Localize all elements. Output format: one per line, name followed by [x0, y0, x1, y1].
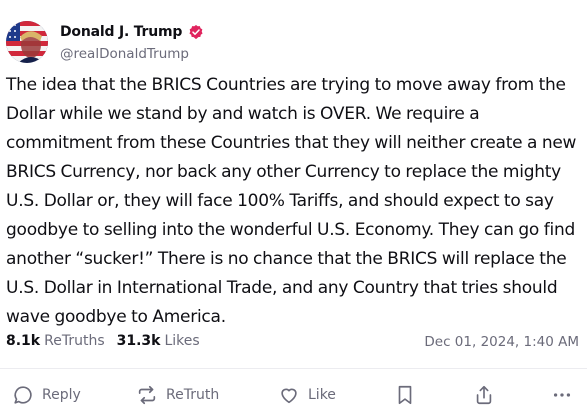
more-options-button[interactable] [551, 384, 573, 406]
action-bar: Reply ReTruth Like [0, 376, 587, 416]
reply-label: Reply [42, 387, 81, 403]
more-icon [553, 393, 571, 397]
reply-button[interactable]: Reply [12, 384, 81, 406]
post-body-text: The idea that the BRICS Countries are tr… [6, 75, 577, 327]
retruth-icon [138, 385, 156, 405]
post-timestamp[interactable]: Dec 01, 2024, 1:40 AM [424, 334, 579, 350]
author-handle[interactable]: @realDonaldTrump [60, 46, 189, 62]
bookmark-button[interactable] [395, 384, 415, 406]
share-icon [476, 385, 492, 405]
likes-count[interactable]: 31.3k [117, 333, 161, 349]
actions-divider [0, 368, 587, 369]
verified-badge-icon [189, 25, 203, 39]
like-button[interactable]: Like [278, 384, 336, 406]
retruths-count[interactable]: 8.1k [6, 333, 40, 349]
retruth-button[interactable]: ReTruth [136, 384, 219, 406]
share-button[interactable] [473, 384, 495, 406]
post-stats: 8.1k ReTruths 31.3k Likes [6, 333, 200, 349]
truth-post: Donald J. Trump @realDonaldTrump The ide… [0, 0, 587, 418]
retruths-label[interactable]: ReTruths [44, 333, 105, 349]
bookmark-icon [398, 385, 412, 405]
like-icon [281, 388, 297, 404]
retruth-label: ReTruth [166, 387, 220, 403]
reply-icon [14, 386, 32, 404]
avatar[interactable] [6, 21, 48, 63]
like-label: Like [308, 387, 336, 403]
author-row: Donald J. Trump [60, 22, 204, 42]
author-display-name[interactable]: Donald J. Trump [60, 24, 182, 40]
likes-label[interactable]: Likes [164, 333, 199, 349]
